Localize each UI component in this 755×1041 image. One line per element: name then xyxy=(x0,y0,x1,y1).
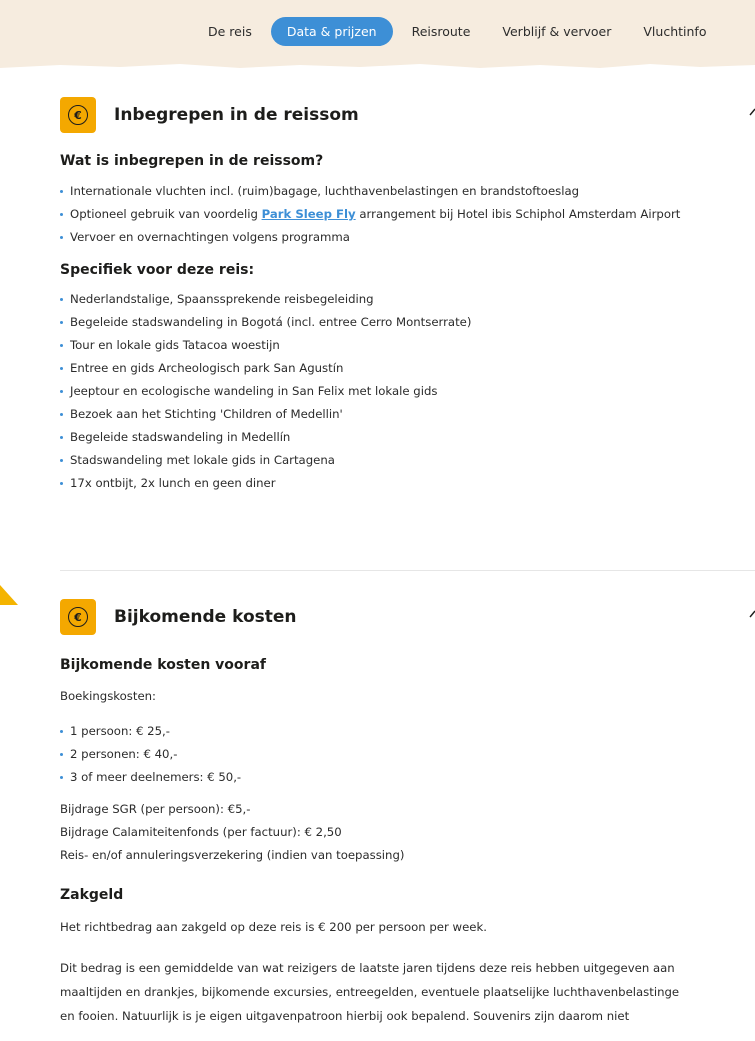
tab-data-prijzen[interactable]: Data & prijzen xyxy=(270,17,393,46)
extra-costs-section-header[interactable]: € Bijkomende kosten xyxy=(60,597,755,637)
tab-bar: De reis Data & prijzen Reisroute Verblij… xyxy=(195,17,725,46)
tab-vluchtinfo[interactable]: Vluchtinfo xyxy=(630,17,719,46)
list-item: Nederlandstalige, Spaanssprekende reisbe… xyxy=(60,291,471,308)
chevron-up-icon[interactable] xyxy=(749,107,755,117)
tab-verblijf-vervoer[interactable]: Verblijf & vervoer xyxy=(489,17,624,46)
list-item: Optioneel gebruik van voordelig Park Sle… xyxy=(60,206,680,223)
paragraph-line: maaltijden en drankjes, bijkomende excur… xyxy=(60,985,680,999)
euro-icon: € xyxy=(68,105,88,125)
tab-de-reis[interactable]: De reis xyxy=(195,17,265,46)
list-item: Internationale vluchten incl. (ruim)baga… xyxy=(60,183,680,200)
list-item: 1 persoon: € 25,- xyxy=(60,723,241,740)
list-item: Bezoek aan het Stichting 'Children of Me… xyxy=(60,406,471,423)
specific-title: Specifiek voor deze reis: xyxy=(60,262,255,278)
specific-list: Nederlandstalige, Spaanssprekende reisbe… xyxy=(60,291,471,492)
sgr-line: Bijdrage SGR (per persoon): €5,- xyxy=(60,802,251,816)
list-item: Begeleide stadswandeling in Bogotá (incl… xyxy=(60,314,471,331)
list-item-text: Optioneel gebruik van voordelig xyxy=(70,207,262,221)
booking-label: Boekingskosten: xyxy=(60,689,156,703)
park-sleep-fly-link[interactable]: Park Sleep Fly xyxy=(262,207,356,221)
paragraph-line: en fooien. Natuurlijk is je eigen uitgav… xyxy=(60,1009,630,1023)
list-item: Entree en gids Archeologisch park San Ag… xyxy=(60,360,471,377)
insurance-line: Reis- en/of annuleringsverzekering (indi… xyxy=(60,848,405,862)
top-nav-band: De reis Data & prijzen Reisroute Verblij… xyxy=(0,0,755,68)
left-panel xyxy=(0,70,46,1041)
included-section-header[interactable]: € Inbegrepen in de reissom xyxy=(60,95,755,135)
list-item: Vervoer en overnachtingen volgens progra… xyxy=(60,229,680,246)
euro-icon: € xyxy=(68,607,88,627)
included-title: Inbegrepen in de reissom xyxy=(114,105,359,125)
tab-reisroute[interactable]: Reisroute xyxy=(399,17,484,46)
list-item: 17x ontbijt, 2x lunch en geen diner xyxy=(60,475,471,492)
booking-list: 1 persoon: € 25,- 2 personen: € 40,- 3 o… xyxy=(60,723,241,786)
pocket-money-paragraph: Dit bedrag is een gemiddelde van wat rei… xyxy=(60,956,679,1028)
pocket-money-title: Zakgeld xyxy=(60,887,124,903)
list-item-text: arrangement bij Hotel ibis Schiphol Amst… xyxy=(355,207,681,221)
list-item: Begeleide stadswandeling in Medellín xyxy=(60,429,471,446)
included-question: Wat is inbegrepen in de reissom? xyxy=(60,153,324,169)
yellow-corner-decoration xyxy=(0,585,18,605)
list-item: 3 of meer deelnemers: € 50,- xyxy=(60,769,241,786)
euro-badge: € xyxy=(60,97,96,133)
list-item: 2 personen: € 40,- xyxy=(60,746,241,763)
pocket-money-line: Het richtbedrag aan zakgeld op deze reis… xyxy=(60,920,487,934)
chevron-up-icon[interactable] xyxy=(749,609,755,619)
euro-badge: € xyxy=(60,599,96,635)
list-item: Tour en lokale gids Tatacoa woestijn xyxy=(60,337,471,354)
list-item: Jeeptour en ecologische wandeling in San… xyxy=(60,383,471,400)
included-list: Internationale vluchten incl. (ruim)baga… xyxy=(60,183,680,246)
torn-edge-decoration xyxy=(0,56,755,68)
paragraph-line: Dit bedrag is een gemiddelde van wat rei… xyxy=(60,961,675,975)
extra-costs-title: Bijkomende kosten xyxy=(114,607,297,627)
section-divider xyxy=(60,570,755,571)
pre-costs-title: Bijkomende kosten vooraf xyxy=(60,657,266,673)
list-item: Stadswandeling met lokale gids in Cartag… xyxy=(60,452,471,469)
calamity-line: Bijdrage Calamiteitenfonds (per factuur)… xyxy=(60,825,342,839)
